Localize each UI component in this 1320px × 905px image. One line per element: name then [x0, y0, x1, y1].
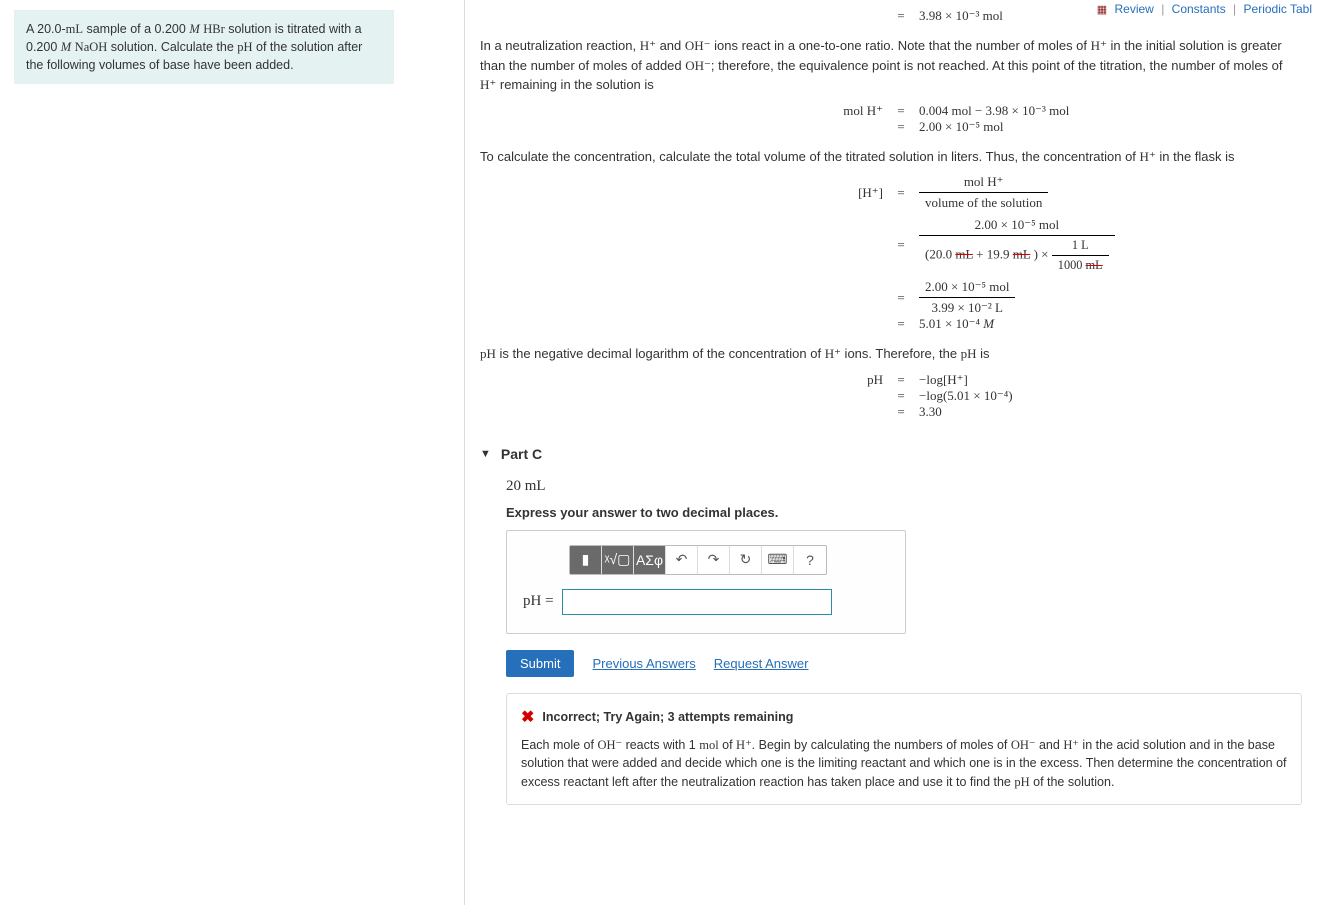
text: solution. Calculate the: [107, 40, 237, 54]
feedback-title: Incorrect; Try Again; 3 attempts remaini…: [542, 708, 793, 727]
previous-answers-link[interactable]: Previous Answers: [592, 656, 695, 671]
instruction: Express your answer to two decimal place…: [506, 505, 1302, 520]
unit-M: M: [61, 40, 71, 54]
greek-button[interactable]: ΑΣφ: [634, 545, 666, 575]
pH-label: pH: [237, 40, 252, 54]
part-c-volume: 20 mL: [506, 478, 1302, 495]
problem-statement: A 20.0-mL sample of a 0.200 M HBr soluti…: [14, 10, 394, 84]
answer-input[interactable]: [562, 589, 832, 615]
text: A 20.0-: [26, 22, 66, 36]
part-c-header[interactable]: ▼ Part C: [480, 446, 1302, 462]
incorrect-icon: ✖: [521, 706, 534, 730]
root-button[interactable]: ᵡ√▢: [602, 545, 634, 575]
reset-button[interactable]: ↻: [730, 545, 762, 575]
equation-block: mol H⁺ = 0.004 mol − 3.98 × 10⁻³ mol = 2…: [480, 103, 1302, 135]
divider: [464, 0, 465, 905]
feedback-box: ✖ Incorrect; Try Again; 3 attempts remai…: [506, 693, 1302, 805]
equation-block: pH=−log[H⁺] =−log(5.01 × 10⁻⁴) =3.30: [480, 372, 1302, 420]
explanation-paragraph: In a neutralization reaction, H⁺ and OH⁻…: [480, 36, 1302, 95]
redo-button[interactable]: ↷: [698, 545, 730, 575]
chevron-down-icon: ▼: [480, 448, 491, 460]
help-button[interactable]: ?: [794, 545, 826, 575]
species-HBr: HBr: [203, 22, 225, 36]
equation-toolbar: ▮ ᵡ√▢ ΑΣφ ↶ ↷ ↻ ⌨ ?: [569, 545, 827, 575]
feedback-body: Each mole of OH⁻ reacts with 1 mol of H⁺…: [521, 736, 1287, 792]
equation-block: = 3.98 × 10⁻³ mol: [480, 8, 1302, 24]
answer-prefix: pH =: [523, 593, 554, 610]
eq-value: 3.98 × 10⁻³ mol: [911, 8, 1211, 24]
main-content: = 3.98 × 10⁻³ mol In a neutralization re…: [480, 0, 1320, 905]
answer-box: ▮ ᵡ√▢ ΑΣφ ↶ ↷ ↻ ⌨ ? pH =: [506, 530, 906, 634]
unit-M: M: [189, 22, 199, 36]
keyboard-button[interactable]: ⌨: [762, 545, 794, 575]
explanation-paragraph: pH is the negative decimal logarithm of …: [480, 344, 1302, 364]
text: sample of a 0.200: [83, 22, 189, 36]
format-button[interactable]: ▮: [570, 545, 602, 575]
part-label: Part C: [501, 446, 542, 462]
undo-button[interactable]: ↶: [666, 545, 698, 575]
submit-button[interactable]: Submit: [506, 650, 574, 677]
explanation-paragraph: To calculate the concentration, calculat…: [480, 147, 1302, 167]
equation-block: [H⁺] = mol H⁺volume of the solution = 2.…: [480, 174, 1302, 332]
unit-mL: mL: [66, 22, 83, 36]
species-NaOH: NaOH: [75, 40, 108, 54]
request-answer-link[interactable]: Request Answer: [714, 656, 809, 671]
